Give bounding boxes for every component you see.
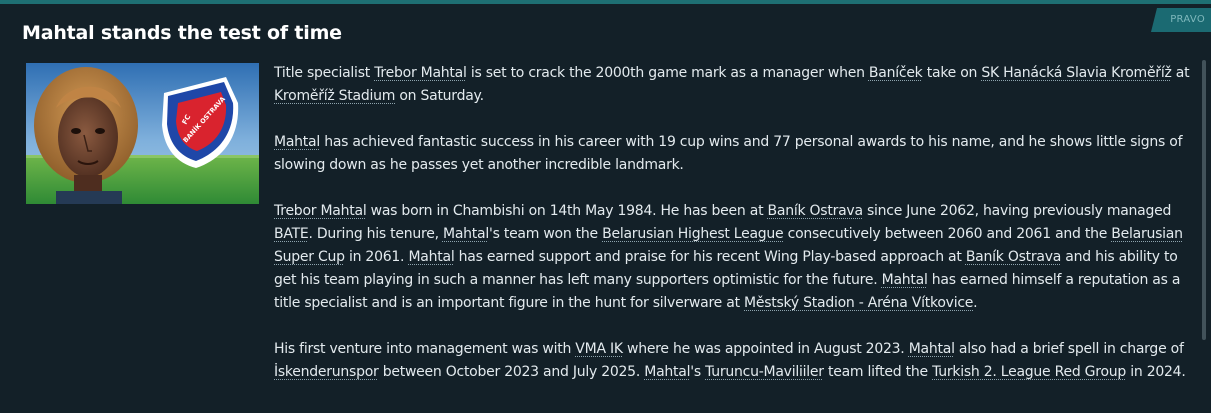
link-competition[interactable]: Turkish 2. League Red Group [932, 364, 1126, 380]
text: in 2024. [1126, 364, 1186, 380]
text: 's [690, 364, 706, 380]
link-manager[interactable]: Mahtal [882, 272, 928, 288]
article-body: Title specialist Trebor Mahtal is set to… [274, 62, 1199, 407]
text: also had a brief spell in charge of [954, 341, 1184, 357]
link-manager[interactable]: Mahtal [408, 249, 454, 265]
link-manager[interactable]: Mahtal [443, 226, 489, 242]
text: has earned support and praise for his re… [454, 249, 966, 265]
link-manager[interactable]: Trebor Mahtal [374, 65, 467, 81]
text: . During his tenure, [308, 226, 443, 242]
article-paragraph-1: Title specialist Trebor Mahtal is set to… [274, 62, 1199, 108]
text: in 2061. [344, 249, 409, 265]
link-manager[interactable]: Trebor Mahtal [274, 203, 367, 219]
link-manager[interactable]: Mahtal [909, 341, 955, 357]
article-headline: Mahtal stands the test of time [22, 22, 342, 44]
text: since June 2062, having previously manag… [862, 203, 1172, 219]
text: where he was appointed in August 2023. [622, 341, 909, 357]
link-club-nickname[interactable]: Baníček [869, 65, 923, 81]
link-manager[interactable]: Mahtal [274, 134, 320, 150]
text: has achieved fantastic success in his ca… [274, 134, 1183, 173]
text: His first venture into management was wi… [274, 341, 576, 357]
text: Title specialist [274, 65, 375, 81]
news-article-panel: PRAVO Mahtal stands the test of time FC … [0, 0, 1211, 413]
article-image: FC BANÍK OSTRAVA [26, 63, 259, 204]
text: on Saturday. [395, 88, 484, 104]
text: 's team won the [488, 226, 603, 242]
link-stadium[interactable]: Městský Stadion - Aréna Vítkovice [744, 295, 973, 311]
text: was born in Chambishi on 14th May 1984. … [366, 203, 768, 219]
link-club[interactable]: Baník Ostrava [768, 203, 864, 219]
text: between October 2023 and July 2025. [378, 364, 645, 380]
link-club[interactable]: Baník Ostrava [966, 249, 1062, 265]
link-club[interactable]: BATE [274, 226, 309, 242]
article-paragraph-3: Trebor Mahtal was born in Chambishi on 1… [274, 200, 1199, 315]
text: take on [922, 65, 982, 81]
top-accent-bar [0, 0, 1211, 4]
text: team lifted the [823, 364, 933, 380]
text: is set to crack the 2000th game mark as … [466, 65, 869, 81]
scrollbar[interactable] [1202, 60, 1206, 340]
article-paragraph-4: His first venture into management was wi… [274, 338, 1199, 384]
article-paragraph-2: Mahtal has achieved fantastic success in… [274, 131, 1199, 177]
link-manager[interactable]: Mahtal [644, 364, 690, 380]
text: consecutively between 2060 and 2061 and … [783, 226, 1112, 242]
link-opponent-club[interactable]: SK Hanácká Slavia Kroměříž [981, 65, 1171, 81]
link-competition[interactable]: Belarusian Highest League [602, 226, 784, 242]
link-club[interactable]: İskenderunspor [274, 364, 379, 380]
link-stadium[interactable]: Kroměříž Stadium [274, 88, 395, 104]
text: at [1171, 65, 1190, 81]
link-club[interactable]: VMA IK [575, 341, 623, 357]
source-badge: PRAVO [1151, 8, 1211, 32]
link-club-nickname[interactable]: Turuncu-Maviliiler [705, 364, 824, 380]
text: . [973, 295, 978, 311]
